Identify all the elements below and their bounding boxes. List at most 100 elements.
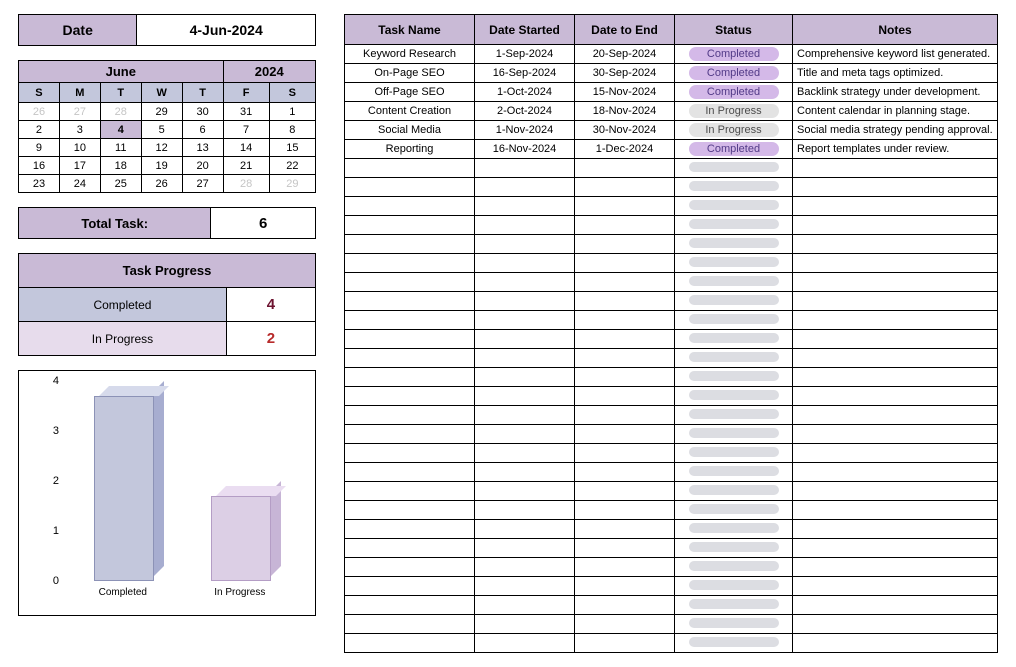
calendar-day[interactable]: 8 xyxy=(269,121,315,139)
calendar-day[interactable]: 10 xyxy=(59,139,100,157)
calendar-day[interactable]: 4 xyxy=(100,121,141,139)
task-row-empty[interactable] xyxy=(345,292,998,311)
progress-row-label: Completed xyxy=(19,288,227,322)
task-cell xyxy=(675,482,793,501)
task-cell xyxy=(575,330,675,349)
task-row-empty[interactable] xyxy=(345,311,998,330)
calendar-day[interactable]: 19 xyxy=(141,157,182,175)
task-row-empty[interactable] xyxy=(345,463,998,482)
task-cell xyxy=(345,273,475,292)
task-row-empty[interactable] xyxy=(345,425,998,444)
calendar-day[interactable]: 21 xyxy=(223,157,269,175)
task-row-empty[interactable] xyxy=(345,520,998,539)
task-cell xyxy=(675,254,793,273)
task-row[interactable]: Reporting16-Nov-20241-Dec-2024CompletedR… xyxy=(345,140,998,159)
task-cell xyxy=(345,235,475,254)
task-row-empty[interactable] xyxy=(345,539,998,558)
calendar-day[interactable]: 29 xyxy=(141,103,182,121)
task-row-empty[interactable] xyxy=(345,216,998,235)
calendar-day[interactable]: 11 xyxy=(100,139,141,157)
task-row[interactable]: Content Creation2-Oct-202418-Nov-2024In … xyxy=(345,102,998,121)
task-row-empty[interactable] xyxy=(345,577,998,596)
chart-bar xyxy=(211,381,271,581)
task-row-empty[interactable] xyxy=(345,178,998,197)
task-row-empty[interactable] xyxy=(345,444,998,463)
calendar-day[interactable]: 29 xyxy=(269,175,315,193)
calendar-day[interactable]: 20 xyxy=(182,157,223,175)
task-cell xyxy=(345,558,475,577)
task-row-empty[interactable] xyxy=(345,330,998,349)
status-badge: Completed xyxy=(689,85,779,99)
task-cell: 1-Sep-2024 xyxy=(475,45,575,64)
task-cell: 30-Nov-2024 xyxy=(575,121,675,140)
calendar-day[interactable]: 5 xyxy=(141,121,182,139)
calendar-day[interactable]: 31 xyxy=(223,103,269,121)
calendar-day[interactable]: 15 xyxy=(269,139,315,157)
task-row[interactable]: Off-Page SEO1-Oct-202415-Nov-2024Complet… xyxy=(345,83,998,102)
date-label: Date xyxy=(19,15,137,45)
calendar-day[interactable]: 13 xyxy=(182,139,223,157)
calendar-day[interactable]: 28 xyxy=(223,175,269,193)
task-row-empty[interactable] xyxy=(345,273,998,292)
task-cell xyxy=(793,368,998,387)
task-cell xyxy=(575,482,675,501)
task-row-empty[interactable] xyxy=(345,482,998,501)
task-cell xyxy=(345,482,475,501)
task-row[interactable]: On-Page SEO16-Sep-202430-Sep-2024Complet… xyxy=(345,64,998,83)
task-cell xyxy=(475,501,575,520)
task-row-empty[interactable] xyxy=(345,254,998,273)
status-badge-empty xyxy=(689,580,779,590)
task-cell xyxy=(575,311,675,330)
calendar-day[interactable]: 22 xyxy=(269,157,315,175)
calendar-day[interactable]: 27 xyxy=(59,103,100,121)
calendar-day[interactable]: 17 xyxy=(59,157,100,175)
calendar-day[interactable]: 9 xyxy=(19,139,60,157)
calendar-day[interactable]: 16 xyxy=(19,157,60,175)
task-cell xyxy=(675,216,793,235)
calendar-day[interactable]: 27 xyxy=(182,175,223,193)
calendar-dow: S xyxy=(269,83,315,103)
task-cell xyxy=(345,387,475,406)
task-row-empty[interactable] xyxy=(345,235,998,254)
status-badge: Completed xyxy=(689,142,779,156)
task-row-empty[interactable] xyxy=(345,634,998,653)
calendar-day[interactable]: 12 xyxy=(141,139,182,157)
calendar-day[interactable]: 28 xyxy=(100,103,141,121)
calendar-day[interactable]: 14 xyxy=(223,139,269,157)
task-row-empty[interactable] xyxy=(345,368,998,387)
task-row-empty[interactable] xyxy=(345,596,998,615)
calendar-day[interactable]: 3 xyxy=(59,121,100,139)
task-cell xyxy=(793,178,998,197)
task-row-empty[interactable] xyxy=(345,197,998,216)
calendar-day[interactable]: 26 xyxy=(19,103,60,121)
task-row-empty[interactable] xyxy=(345,558,998,577)
task-row-empty[interactable] xyxy=(345,406,998,425)
calendar-dow: S xyxy=(19,83,60,103)
calendar-day[interactable]: 25 xyxy=(100,175,141,193)
task-row[interactable]: Social Media1-Nov-202430-Nov-2024In Prog… xyxy=(345,121,998,140)
calendar-day[interactable]: 18 xyxy=(100,157,141,175)
calendar-day[interactable]: 1 xyxy=(269,103,315,121)
task-cell xyxy=(675,577,793,596)
task-row-empty[interactable] xyxy=(345,159,998,178)
calendar-day[interactable]: 24 xyxy=(59,175,100,193)
task-header: Date to End xyxy=(575,15,675,45)
calendar-day[interactable]: 6 xyxy=(182,121,223,139)
calendar-day[interactable]: 7 xyxy=(223,121,269,139)
calendar-day[interactable]: 30 xyxy=(182,103,223,121)
task-cell: Completed xyxy=(675,140,793,159)
calendar-day[interactable]: 2 xyxy=(19,121,60,139)
task-row-empty[interactable] xyxy=(345,387,998,406)
task-cell xyxy=(575,634,675,653)
task-row[interactable]: Keyword Research1-Sep-202420-Sep-2024Com… xyxy=(345,45,998,64)
task-cell xyxy=(793,216,998,235)
task-progress-header: Task Progress xyxy=(19,254,316,288)
calendar-day[interactable]: 23 xyxy=(19,175,60,193)
task-row-empty[interactable] xyxy=(345,615,998,634)
task-cell xyxy=(475,634,575,653)
task-row-empty[interactable] xyxy=(345,349,998,368)
calendar-day[interactable]: 26 xyxy=(141,175,182,193)
task-cell xyxy=(675,520,793,539)
task-row-empty[interactable] xyxy=(345,501,998,520)
task-cell xyxy=(475,558,575,577)
